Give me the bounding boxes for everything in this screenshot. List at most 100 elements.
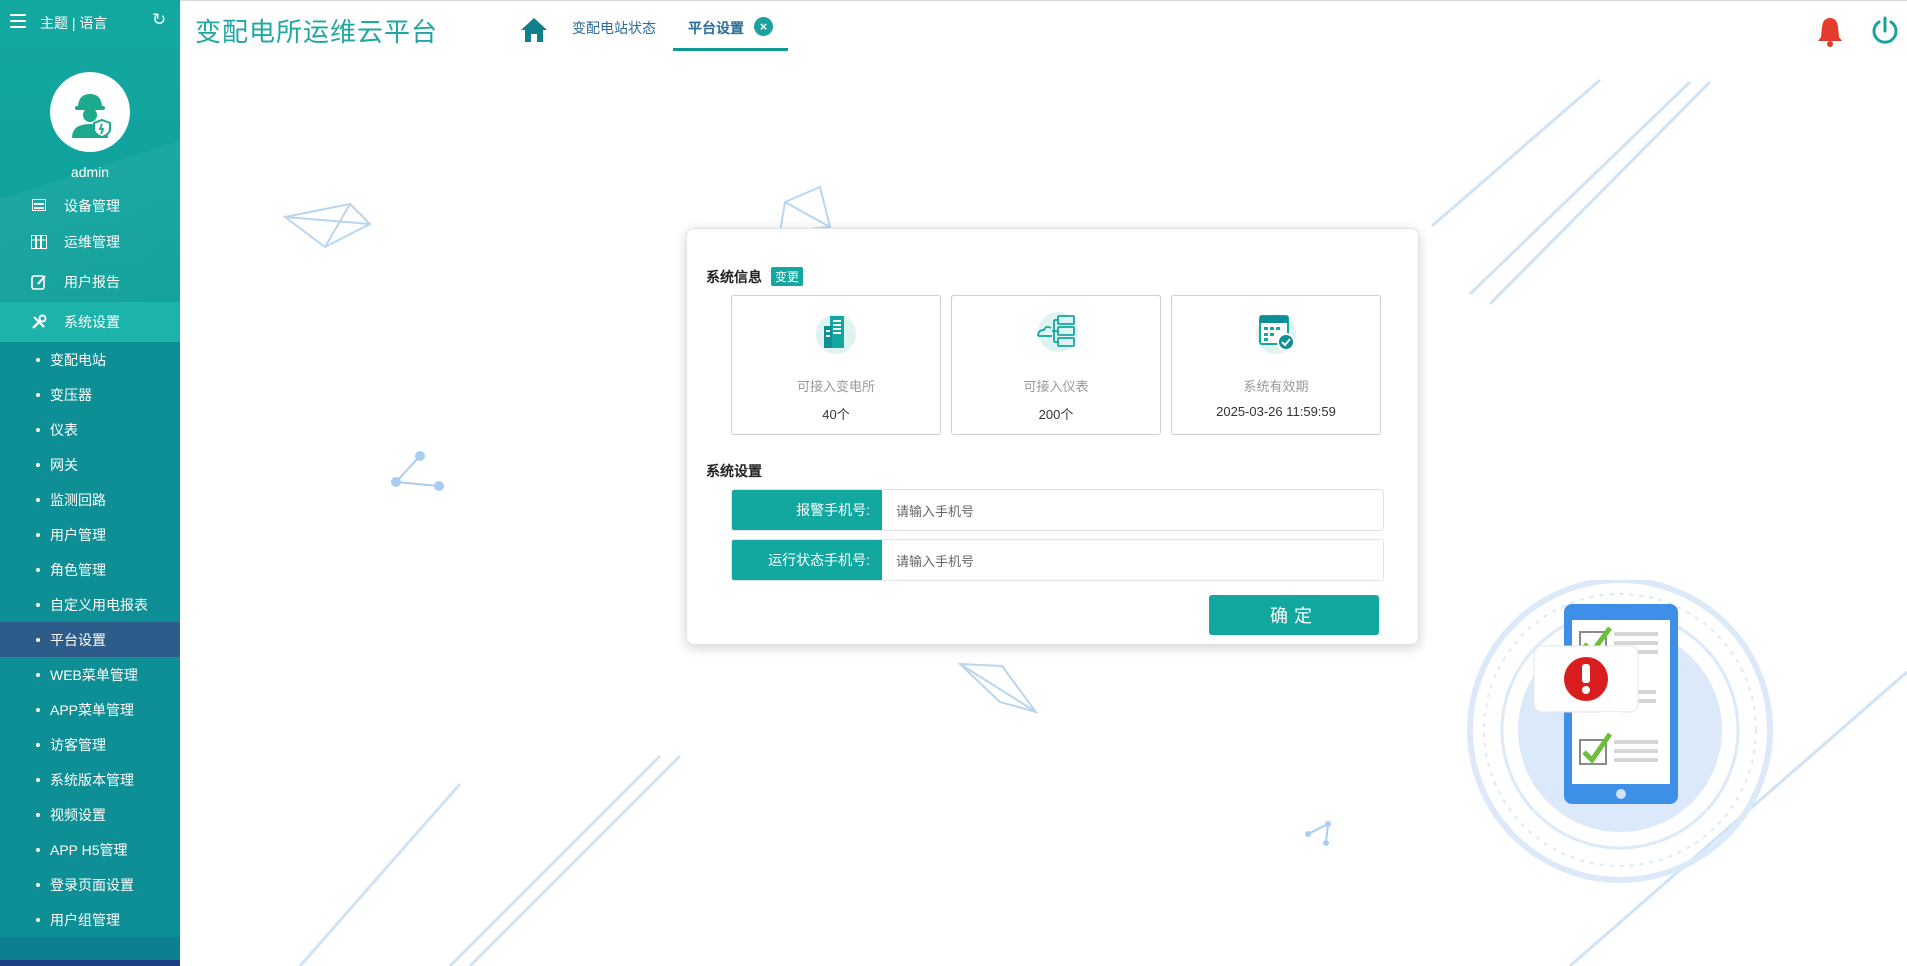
- sidebar-item-label: 系统设置: [64, 314, 120, 330]
- maintenance-icon: [30, 233, 48, 251]
- bullet-icon: [36, 672, 40, 677]
- bullet-icon: [36, 462, 40, 467]
- close-icon[interactable]: ×: [754, 17, 773, 36]
- home-icon[interactable]: [520, 16, 548, 44]
- bullet-icon: [36, 392, 40, 397]
- alarm-phone-field: 报警手机号:: [731, 489, 1384, 531]
- phone-alert-illustration: [1467, 580, 1773, 883]
- tools-icon: [30, 313, 48, 331]
- status-phone-field: 运行状态手机号:: [731, 539, 1384, 581]
- status-phone-label: 运行状态手机号:: [732, 540, 882, 580]
- submenu-item[interactable]: 用户组管理: [0, 902, 180, 937]
- submenu-item-active[interactable]: 平台设置: [0, 622, 180, 657]
- sidebar-item-user-report[interactable]: 用户报告: [0, 262, 180, 302]
- theme-language-link[interactable]: 主题 | 语言: [40, 13, 107, 33]
- submenu-item-label: 仪表: [50, 421, 78, 438]
- info-box-validity: 系统有效期 2025-03-26 11:59:59: [1171, 295, 1381, 435]
- power-icon[interactable]: [1870, 16, 1900, 46]
- bullet-icon: [36, 777, 40, 782]
- sidebar-bottom-strip: [0, 960, 180, 966]
- submenu-item[interactable]: APP菜单管理: [0, 692, 180, 727]
- submenu-item[interactable]: 登录页面设置: [0, 867, 180, 902]
- submenu-item[interactable]: WEB菜单管理: [0, 657, 180, 692]
- bell-icon[interactable]: [1816, 16, 1844, 48]
- top-divider: [180, 0, 1907, 1]
- bullet-icon: [36, 637, 40, 642]
- info-box-meters: 可接入仪表 200个: [951, 295, 1161, 435]
- info-value: 2025-03-26 11:59:59: [1216, 404, 1336, 419]
- info-label: 可接入变电所: [796, 379, 875, 394]
- alarm-phone-label: 报警手机号:: [732, 490, 882, 530]
- submenu-item[interactable]: 网关: [0, 447, 180, 482]
- system-info-title: 系统信息: [706, 269, 762, 285]
- bullet-icon: [36, 497, 40, 502]
- submenu-item-label: 网关: [50, 456, 78, 473]
- sidebar-top-bar: 主题 | 语言 ↻: [0, 0, 180, 44]
- submenu-item[interactable]: 角色管理: [0, 552, 180, 587]
- worker-avatar-icon: [72, 94, 111, 138]
- submenu-item-label: 视频设置: [50, 806, 106, 823]
- info-value: 40个: [822, 407, 850, 422]
- cloud-server-icon: [1037, 312, 1078, 352]
- alarm-phone-input[interactable]: [882, 490, 1383, 530]
- sidebar-item-label: 运维管理: [64, 234, 120, 250]
- bullet-icon: [36, 427, 40, 432]
- info-box-substation: 可接入变电所 40个: [731, 295, 941, 435]
- avatar: [50, 72, 130, 152]
- tab-substation-status[interactable]: 变配电站状态: [572, 18, 656, 38]
- bullet-icon: [36, 602, 40, 607]
- sidebar-item-label: 用户报告: [64, 274, 120, 290]
- sidebar: 主题 | 语言 ↻ admin 设备管理 运维管理 用户报告 系统设置 变配电站…: [0, 0, 180, 966]
- submenu-item[interactable]: 变配电站: [0, 342, 180, 377]
- submenu-item-label: 变配电站: [50, 351, 106, 368]
- sidebar-item-device-management[interactable]: 设备管理: [0, 196, 180, 222]
- bullet-icon: [36, 707, 40, 712]
- tab-platform-settings[interactable]: 平台设置: [688, 18, 744, 38]
- sidebar-item-maintenance-management[interactable]: 运维管理: [0, 222, 180, 262]
- username: admin: [70, 164, 110, 180]
- bullet-icon: [36, 812, 40, 817]
- submenu-item-label: 登录页面设置: [50, 876, 134, 893]
- submenu-item-label: 自定义用电报表: [50, 596, 148, 613]
- bullet-icon: [36, 532, 40, 537]
- bullet-icon: [36, 917, 40, 922]
- hamburger-menu-icon[interactable]: [10, 14, 26, 28]
- sidebar-item-system-settings[interactable]: 系统设置: [0, 302, 180, 342]
- submenu-item-label: 系统版本管理: [50, 771, 134, 788]
- submenu-item[interactable]: 仪表: [0, 412, 180, 447]
- system-settings-submenu: 变配电站 变压器 仪表 网关 监测回路 用户管理 角色管理 自定义用电报表 平台…: [0, 342, 180, 937]
- submenu-item-label: 用户管理: [50, 526, 106, 543]
- submenu-item[interactable]: 监测回路: [0, 482, 180, 517]
- device-icon: [30, 196, 48, 214]
- submenu-item[interactable]: 自定义用电报表: [0, 587, 180, 622]
- bullet-icon: [36, 742, 40, 747]
- submenu-item[interactable]: 用户管理: [0, 517, 180, 552]
- page-title: 变配电所运维云平台: [195, 17, 439, 47]
- sidebar-nav: 设备管理 运维管理 用户报告 系统设置 变配电站 变压器 仪表 网关 监测回路: [0, 196, 180, 937]
- submenu-item-label: 变压器: [50, 386, 92, 403]
- info-label: 可接入仪表: [1023, 379, 1089, 394]
- substation-icon: [816, 314, 856, 354]
- active-tab-indicator: [673, 48, 788, 51]
- report-edit-icon: [30, 273, 48, 291]
- submenu-item[interactable]: 系统版本管理: [0, 762, 180, 797]
- submenu-item-label: 角色管理: [50, 561, 106, 578]
- submenu-item[interactable]: APP H5管理: [0, 832, 180, 867]
- submenu-item[interactable]: 视频设置: [0, 797, 180, 832]
- submenu-item[interactable]: 访客管理: [0, 727, 180, 762]
- bullet-icon: [36, 847, 40, 852]
- change-button[interactable]: 变更: [771, 267, 804, 286]
- sidebar-item-label: 设备管理: [64, 198, 120, 214]
- submenu-item-label: APP H5管理: [50, 841, 128, 858]
- submenu-item-label: 监测回路: [50, 491, 106, 508]
- status-phone-input[interactable]: [882, 540, 1383, 580]
- confirm-button[interactable]: 确定: [1209, 595, 1379, 635]
- info-value: 200个: [1038, 407, 1074, 422]
- bullet-icon: [36, 882, 40, 887]
- submenu-item[interactable]: 变压器: [0, 377, 180, 412]
- calendar-check-icon: [1256, 314, 1296, 354]
- submenu-item-label: 用户组管理: [50, 911, 120, 928]
- refresh-icon[interactable]: ↻: [152, 10, 166, 30]
- system-settings-title: 系统设置: [706, 463, 762, 479]
- bullet-icon: [36, 567, 40, 572]
